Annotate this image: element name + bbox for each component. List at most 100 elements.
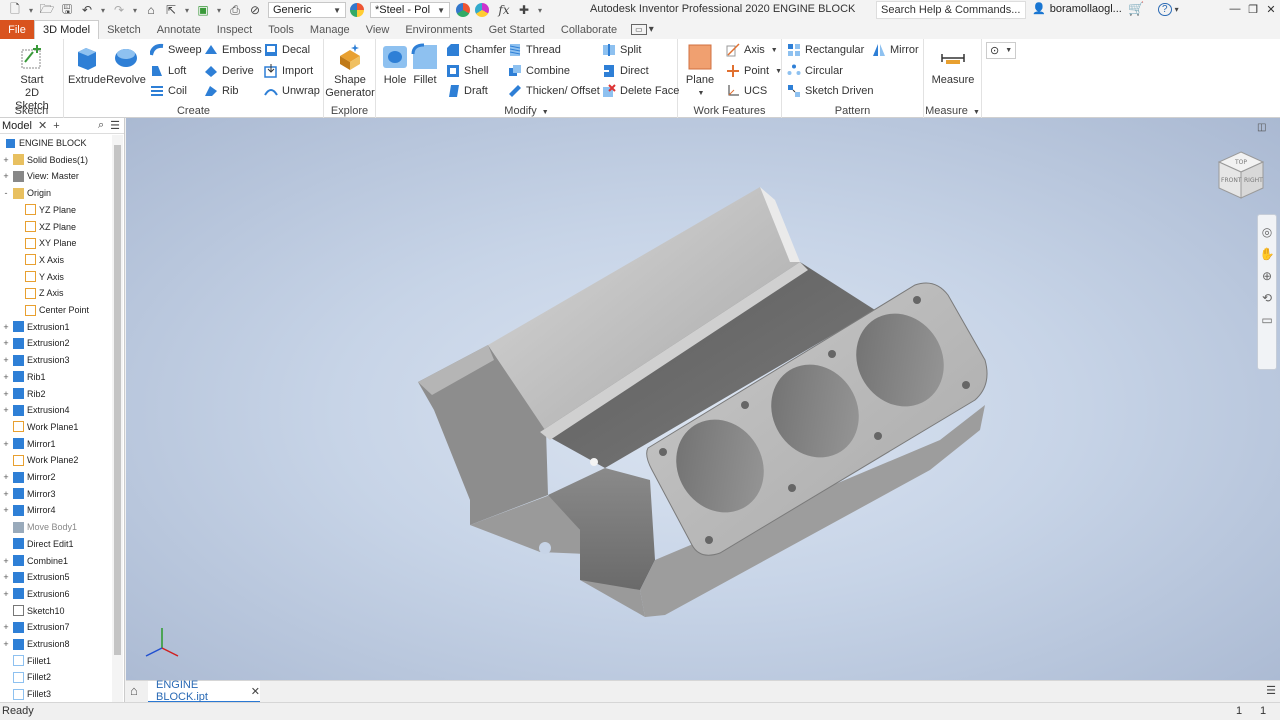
tree-node[interactable]: + Extrusion8 [2,636,70,652]
tab-inspect[interactable]: Inspect [209,20,260,39]
close-icon[interactable]: ✕ [251,685,260,698]
fx-parameters-icon[interactable]: fx [495,2,513,18]
save-icon[interactable]: 🖫 [58,2,76,18]
tab-collaborate[interactable]: Collaborate [553,20,625,39]
zoom-icon[interactable]: ⊕ [1258,269,1276,283]
home-icon[interactable]: ⌂ [142,2,160,18]
start-2d-sketch-button[interactable]: Start 2D Sketch [7,42,57,113]
user-account[interactable]: 👤 boramollaogl... [1032,2,1122,16]
expand-icon[interactable]: + [2,355,10,365]
expand-icon[interactable]: + [2,622,10,632]
tree-node[interactable]: + Mirror1 [2,436,56,452]
expand-icon[interactable]: + [2,372,10,382]
tree-node[interactable]: Direct Edit1 [2,536,74,552]
shape-generator-button[interactable]: Shape Generator [325,42,375,100]
tree-node[interactable]: Sketch10 [2,603,65,619]
maximize-viewport-icon[interactable]: ◫ [1257,122,1266,133]
update-dropdown-icon[interactable]: ▾ [214,2,224,18]
expand-icon[interactable]: + [2,572,10,582]
tree-node[interactable]: + Mirror2 [2,469,56,485]
plus-icon[interactable]: ✚ [515,2,533,18]
direct-button[interactable]: Direct [602,64,649,78]
tab-view[interactable]: View [358,20,398,39]
open-folder-icon[interactable]: 🗁 [38,2,56,18]
update-icon[interactable]: ▣ [194,2,212,18]
material-dropdown[interactable]: *Steel - Pol ▼ [370,2,450,18]
tree-node[interactable]: + View: Master [2,168,79,184]
circular-pattern-button[interactable]: Circular [787,64,843,78]
tab-sketch[interactable]: Sketch [99,20,149,39]
add-browser-icon[interactable]: + [53,120,59,132]
collapse-icon[interactable]: - [2,188,10,198]
tree-node[interactable]: + Rib2 [2,386,46,402]
undo-icon[interactable]: ↶ [78,2,96,18]
revolve-button[interactable]: Revolve [106,42,146,87]
tab-3d-model[interactable]: 3D Model [34,20,100,39]
tree-node[interactable]: Work Plane2 [2,452,78,468]
derive-button[interactable]: Derive [204,64,254,78]
extrude-button[interactable]: Extrude [68,42,106,87]
select-dropdown-icon[interactable]: ▾ [182,2,192,18]
tree-node[interactable]: Work Plane1 [2,419,78,435]
expand-icon[interactable]: + [2,322,10,332]
shell-button[interactable]: Shell [446,64,488,78]
home-icon[interactable]: ⌂ [130,683,138,698]
expand-icon[interactable]: + [2,489,10,499]
tree-node[interactable]: + Extrusion6 [2,586,70,602]
measure-button[interactable]: Measure [928,42,978,87]
rectangular-pattern-button[interactable]: Rectangular [787,43,864,57]
expand-icon[interactable]: + [2,171,10,181]
emboss-button[interactable]: Emboss [204,43,262,57]
pan-icon[interactable]: ✋ [1258,247,1276,261]
modify-panel-label[interactable]: Modify ▼ [376,105,677,117]
plane-button[interactable]: Plane ▼ [682,42,718,100]
tree-node[interactable]: + Mirror4 [2,502,56,518]
expand-icon[interactable]: + [2,338,10,348]
orbit-icon[interactable]: ⟲ [1258,291,1276,305]
tree-root[interactable]: ENGINE BLOCK [2,135,87,151]
tree-node[interactable]: Fillet1 [2,653,51,669]
tab-annotate[interactable]: Annotate [149,20,209,39]
combine-button[interactable]: Combine [508,64,570,78]
tree-node[interactable]: XZ Plane [14,219,76,235]
tree-node[interactable]: Center Point [14,302,89,318]
tree-node[interactable]: Fillet3 [2,686,51,702]
loft-button[interactable]: Loft [150,64,186,78]
thread-button[interactable]: Thread [508,43,561,57]
tree-node[interactable]: + Extrusion1 [2,319,70,335]
coil-button[interactable]: Coil [150,84,187,98]
split-button[interactable]: Split [602,43,641,57]
select-icon[interactable]: ⇱ [162,2,180,18]
decal-button[interactable]: Decal [264,43,310,57]
import-button[interactable]: Import [264,64,313,78]
adjust-appearance-icon[interactable] [475,3,489,17]
graphics-viewport[interactable]: TOP FRONT RIGHT ◎ ✋ ⊕ ⟲ ▭ ◫ [126,118,1280,680]
return-icon[interactable]: ⎙ [226,2,244,18]
tree-node[interactable]: + Extrusion2 [2,335,70,351]
browser-title[interactable]: Model [2,120,32,132]
tab-tools[interactable]: Tools [260,20,302,39]
tree-node[interactable]: - Origin [2,185,51,201]
color-wheel-icon[interactable] [350,3,364,17]
unwrap-button[interactable]: Unwrap [264,84,320,98]
ribbon-extra-dropdown[interactable]: ⊙ ▼ [986,42,1017,59]
thicken-offset-button[interactable]: Thicken/ Offset [508,84,600,98]
tree-node[interactable]: Move Body1 [2,519,77,535]
search-help-input[interactable]: Search Help & Commands... [876,1,1026,19]
expand-icon[interactable]: + [2,389,10,399]
new-dropdown-icon[interactable]: ▾ [26,2,36,18]
expand-icon[interactable]: + [2,556,10,566]
tab-file[interactable]: File [0,20,34,39]
hole-button[interactable]: Hole [380,42,410,87]
tree-node[interactable]: YZ Plane [14,202,76,218]
tree-node[interactable]: + Combine1 [2,553,68,569]
document-tab[interactable]: ENGINE BLOCK.ipt ✕ [148,679,260,703]
redo-dropdown-icon[interactable]: ▾ [130,2,140,18]
rib-button[interactable]: Rib [204,84,239,98]
redo-icon[interactable]: ↷ [110,2,128,18]
draft-button[interactable]: Draft [446,84,488,98]
new-file-icon[interactable]: 🗋 [6,2,24,18]
axis-button[interactable]: Axis ▼ [726,43,778,57]
tree-node[interactable]: + Extrusion4 [2,402,70,418]
tree-node[interactable]: + Extrusion5 [2,569,70,585]
